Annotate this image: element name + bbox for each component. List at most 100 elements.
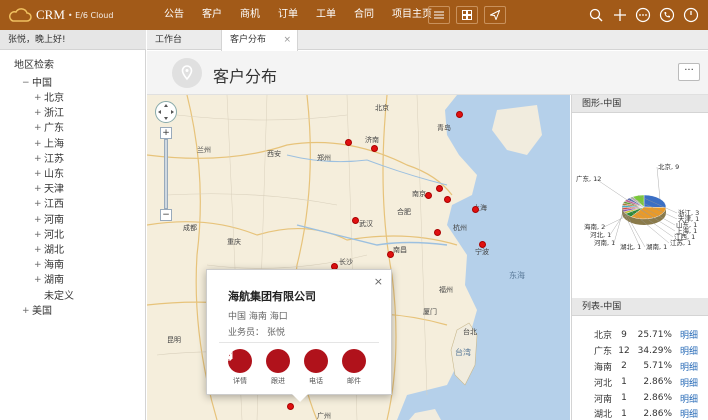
customer-pin[interactable] xyxy=(444,196,451,203)
customer-pin[interactable] xyxy=(345,139,352,146)
power-button[interactable] xyxy=(682,6,700,24)
follow-up-button[interactable]: 跟进 xyxy=(222,349,297,386)
percent-cell: 34.29% xyxy=(637,345,672,356)
call-button[interactable]: 电话 xyxy=(223,349,335,386)
right-panel: 图形-中国 北京, 9 广东, 12 海南, 2 河北, 1 河南, 1 湖北, 1 湖南,… xyxy=(571,95,708,420)
sidebar-title: 地区检索 xyxy=(14,60,54,71)
popup-close-button[interactable]: × xyxy=(374,275,383,288)
expand-icon[interactable]: + xyxy=(22,304,32,319)
customer-pin[interactable] xyxy=(387,251,394,258)
expand-icon[interactable]: + xyxy=(34,91,44,106)
zoom-slider[interactable] xyxy=(164,139,168,209)
expand-icon[interactable]: + xyxy=(34,258,44,273)
nav-item-orders[interactable]: 订单 xyxy=(269,0,307,30)
tree-node-label: 江西 xyxy=(44,199,64,211)
nav-item-contracts[interactable]: 合同 xyxy=(345,0,383,30)
detail-link[interactable]: 明细 xyxy=(680,374,698,390)
popup-salesperson: 业务员： 张悦 xyxy=(228,325,285,338)
expand-icon[interactable]: + xyxy=(34,213,44,228)
more-button[interactable] xyxy=(634,6,652,24)
tree-node-hubei[interactable]: + 湖北 xyxy=(22,243,74,258)
zoom-out-button[interactable]: − xyxy=(160,209,172,221)
tab-workbench[interactable]: 工作台 xyxy=(147,30,221,50)
count-cell: 1 xyxy=(621,377,627,388)
expand-icon[interactable]: + xyxy=(34,182,44,197)
tree-node-usa[interactable]: + 美国 xyxy=(22,304,74,319)
tree-node-label: 河南 xyxy=(44,214,64,226)
expand-icon[interactable]: + xyxy=(34,152,44,167)
expand-icon[interactable]: + xyxy=(34,197,44,212)
city-label: 合肥 xyxy=(397,208,411,216)
expand-icon[interactable]: + xyxy=(34,167,44,182)
count-cell: 2 xyxy=(621,361,627,372)
customer-pin[interactable] xyxy=(472,206,479,213)
tree-node-undefined[interactable]: 未定义 xyxy=(22,288,74,303)
customer-pin[interactable] xyxy=(436,185,443,192)
customer-pin[interactable] xyxy=(479,241,486,248)
send-button[interactable] xyxy=(484,6,506,24)
expand-icon[interactable]: + xyxy=(34,273,44,288)
customer-pin[interactable] xyxy=(371,145,378,152)
detail-link[interactable]: 明细 xyxy=(680,406,698,420)
action-label: 邮件 xyxy=(347,377,361,385)
expand-icon[interactable]: + xyxy=(34,137,44,152)
tree-node-china[interactable]: − 中国 xyxy=(22,76,74,91)
popup-actions: 详情 跟进 电话 邮件 xyxy=(221,349,373,386)
customer-pin[interactable] xyxy=(425,192,432,199)
tree-node-shanghai[interactable]: + 上海 xyxy=(22,137,74,152)
popup-company-name[interactable]: 海航集团有限公司 xyxy=(228,288,316,304)
expand-icon[interactable]: + xyxy=(34,243,44,258)
count-cell: 12 xyxy=(618,345,630,356)
nav-item-opportunities[interactable]: 商机 xyxy=(231,0,269,30)
city-label: 昆明 xyxy=(167,336,181,344)
phone-icon xyxy=(659,7,675,23)
customer-pin[interactable] xyxy=(352,217,359,224)
send-icon xyxy=(490,10,500,20)
tree-node-hunan[interactable]: + 湖南 xyxy=(22,273,74,288)
detail-link[interactable]: 明细 xyxy=(680,390,698,406)
search-button[interactable] xyxy=(587,6,605,24)
menu-button[interactable] xyxy=(428,6,450,24)
customer-pin[interactable] xyxy=(456,111,463,118)
pie-chart: 北京, 9 广东, 12 海南, 2 河北, 1 河南, 1 湖北, 1 湖南, 1 江苏, … xyxy=(572,115,708,295)
expand-icon[interactable]: + xyxy=(34,121,44,136)
add-button[interactable] xyxy=(611,6,629,24)
tree-node-jiangxi[interactable]: + 江西 xyxy=(22,197,74,212)
tree-node-label: 天津 xyxy=(44,184,64,196)
mail-button[interactable]: 邮件 xyxy=(221,349,373,386)
nav-item-tickets[interactable]: 工单 xyxy=(307,0,345,30)
customer-map[interactable]: 兰州 西安 郑州 济南 青岛 北京 南京 合肥 武汉 长沙 重庆 成都 南昌 杭… xyxy=(147,95,570,420)
collapse-icon[interactable]: − xyxy=(22,76,32,91)
detail-link[interactable]: 明细 xyxy=(680,359,698,375)
expand-icon[interactable]: + xyxy=(34,106,44,121)
grid-button[interactable] xyxy=(456,6,478,24)
city-label: 台北 xyxy=(463,328,477,336)
close-icon[interactable]: × xyxy=(283,30,291,50)
customer-pin[interactable] xyxy=(287,403,294,410)
tree-node-shandong[interactable]: + 山东 xyxy=(22,167,74,182)
customer-pin[interactable] xyxy=(434,229,441,236)
main-nav: 公告 客户 商机 订单 工单 合同 项目主页 xyxy=(155,0,441,30)
more-options-button[interactable]: ··· xyxy=(678,63,700,81)
action-label: 跟进 xyxy=(271,377,285,385)
phone-button[interactable] xyxy=(658,6,676,24)
count-cell: 9 xyxy=(621,329,627,340)
tree-node-henan[interactable]: + 河南 xyxy=(22,213,74,228)
app-logo[interactable]: CRM • E/6 Cloud xyxy=(8,7,113,23)
zoom-in-button[interactable]: + xyxy=(160,127,172,139)
map-pan-control[interactable] xyxy=(155,101,177,123)
expand-icon[interactable]: + xyxy=(34,228,44,243)
detail-link[interactable]: 明细 xyxy=(680,343,698,359)
nav-item-announcement[interactable]: 公告 xyxy=(155,0,193,30)
tree-node-jiangsu[interactable]: + 江苏 xyxy=(22,152,74,167)
detail-link[interactable]: 明细 xyxy=(680,327,698,343)
tree-node-hebei[interactable]: + 河北 xyxy=(22,228,74,243)
tree-node-guangdong[interactable]: + 广东 xyxy=(22,121,74,136)
tree-node-beijing[interactable]: + 北京 xyxy=(22,91,74,106)
pie-slice[interactable] xyxy=(643,194,667,208)
tree-node-hainan[interactable]: + 海南 xyxy=(22,258,74,273)
nav-item-customers[interactable]: 客户 xyxy=(193,0,231,30)
tab-customer-distribution[interactable]: 客户分布 × xyxy=(221,30,298,51)
tree-node-zhejiang[interactable]: + 浙江 xyxy=(22,106,74,121)
tree-node-tianjin[interactable]: + 天津 xyxy=(22,182,74,197)
